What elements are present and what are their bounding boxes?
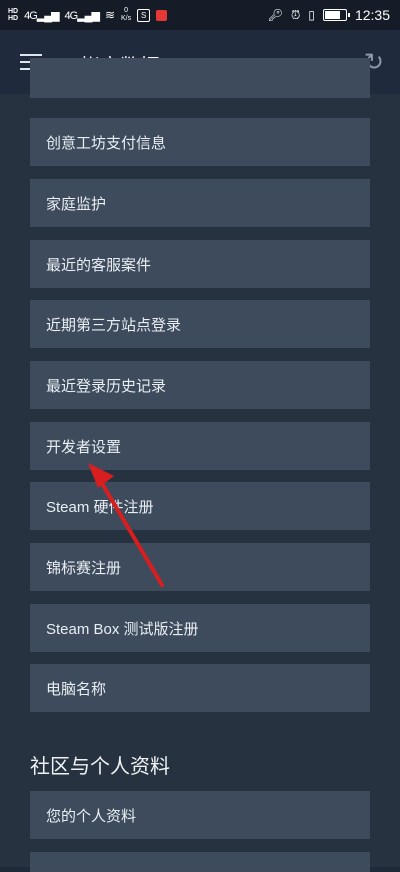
signal1-label: 4G (24, 9, 38, 22)
list-item-tournament[interactable]: 锦标赛注册 (30, 543, 370, 591)
status-bar: HD HD 4G▂▄▆ 4G▂▄▆ ≋ 0 K/s S 🔑︎ ⏰︎ ▯ 12:3… (0, 0, 400, 30)
list-item-developer-settings[interactable]: 开发者设置 (30, 422, 370, 470)
notification-app-icon: S (137, 8, 151, 22)
list-item-steam-hardware[interactable]: Steam 硬件注册 (30, 482, 370, 530)
list-item-your-profile[interactable]: 您的个人资料 (30, 791, 370, 839)
settings-list: 创意工坊支付信息 家庭监护 最近的客服案件 近期第三方站点登录 最近登录历史记录… (0, 58, 400, 872)
section-title-community: 社区与个人资料 (30, 756, 170, 778)
alarm-icon: ⏰︎ (290, 7, 301, 22)
list-item-steam-box-beta[interactable]: Steam Box 测试版注册 (30, 604, 370, 652)
list-item-workshop-payment[interactable]: 创意工坊支付信息 (30, 118, 370, 166)
list-item-login-history[interactable]: 最近登录历史记录 (30, 361, 370, 409)
status-time: 12:35 (354, 7, 390, 23)
list-item-partial[interactable] (30, 58, 370, 98)
list-item-third-party-logins[interactable]: 近期第三方站点登录 (30, 300, 370, 348)
wifi-icon: ≋ (104, 8, 115, 22)
key-icon: 🔑︎ (267, 8, 283, 22)
notification-red-icon (156, 9, 168, 21)
sim1-label: HD (8, 8, 19, 15)
net-speed-value: 0 (124, 7, 129, 14)
list-item-partial-bottom[interactable] (30, 852, 370, 872)
net-speed: 0 K/s (121, 7, 131, 23)
net-speed-unit: K/s (121, 15, 132, 22)
list-item-computer-name[interactable]: 电脑名称 (30, 664, 370, 712)
sim2-label: HD (8, 15, 19, 22)
list-item-support-cases[interactable]: 最近的客服案件 (30, 240, 370, 288)
signal2-icon: 4G▂▄▆ (64, 9, 100, 22)
sim-indicators: HD HD (8, 8, 18, 22)
signal1-icon: 4G▂▄▆ (24, 9, 59, 22)
list-item-family-view[interactable]: 家庭监护 (30, 179, 370, 227)
vibrate-icon: ▯ (308, 8, 315, 22)
battery-icon (322, 9, 350, 21)
signal2-label: 4G (64, 9, 79, 22)
